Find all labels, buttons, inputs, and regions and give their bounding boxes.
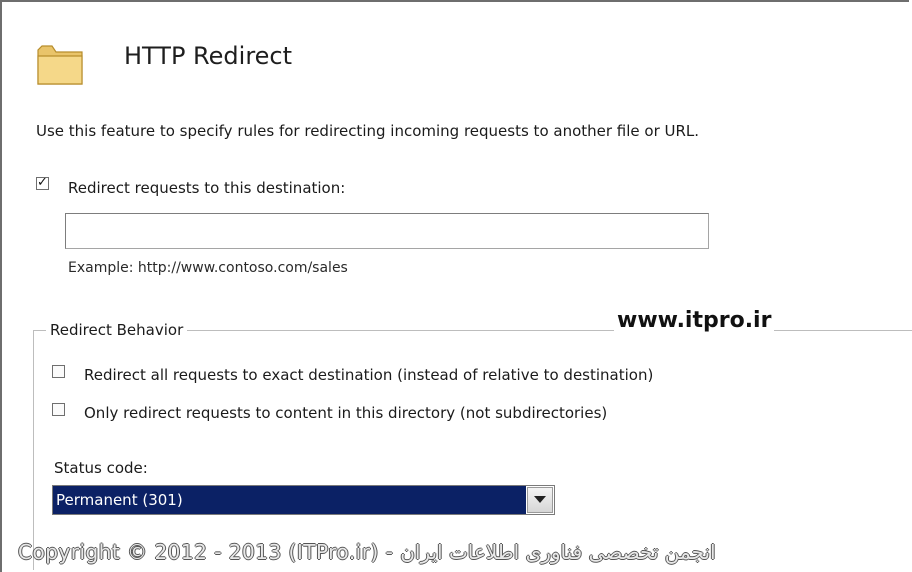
status-code-label: Status code: — [54, 459, 148, 477]
redirect-checkbox-label[interactable]: Redirect requests to this destination: — [68, 179, 345, 197]
page-title: HTTP Redirect — [124, 42, 293, 70]
directory-only-checkbox[interactable] — [52, 403, 65, 416]
exact-destination-label[interactable]: Redirect all requests to exact destinati… — [84, 366, 653, 384]
feature-description: Use this feature to specify rules for re… — [36, 122, 700, 140]
redirect-checkbox[interactable]: ✓ — [36, 175, 49, 190]
checkmark-icon: ✓ — [37, 175, 48, 190]
watermark-url: www.itpro.ir — [614, 308, 775, 333]
exact-destination-checkbox[interactable] — [52, 365, 65, 378]
status-code-value[interactable]: Permanent (301) — [53, 486, 526, 514]
directory-only-label[interactable]: Only redirect requests to content in thi… — [84, 404, 607, 422]
destination-input[interactable] — [65, 213, 709, 249]
copyright-watermark: Copyright © 2012 - 2013 (ITPro.ir) - انج… — [18, 540, 716, 564]
dropdown-button[interactable] — [527, 487, 553, 513]
redirect-behavior-legend: Redirect Behavior — [46, 321, 188, 339]
folder-icon — [37, 45, 83, 85]
status-code-select[interactable]: Permanent (301) — [52, 485, 555, 515]
chevron-down-icon — [534, 496, 546, 503]
destination-example: Example: http://www.contoso.com/sales — [68, 260, 348, 276]
